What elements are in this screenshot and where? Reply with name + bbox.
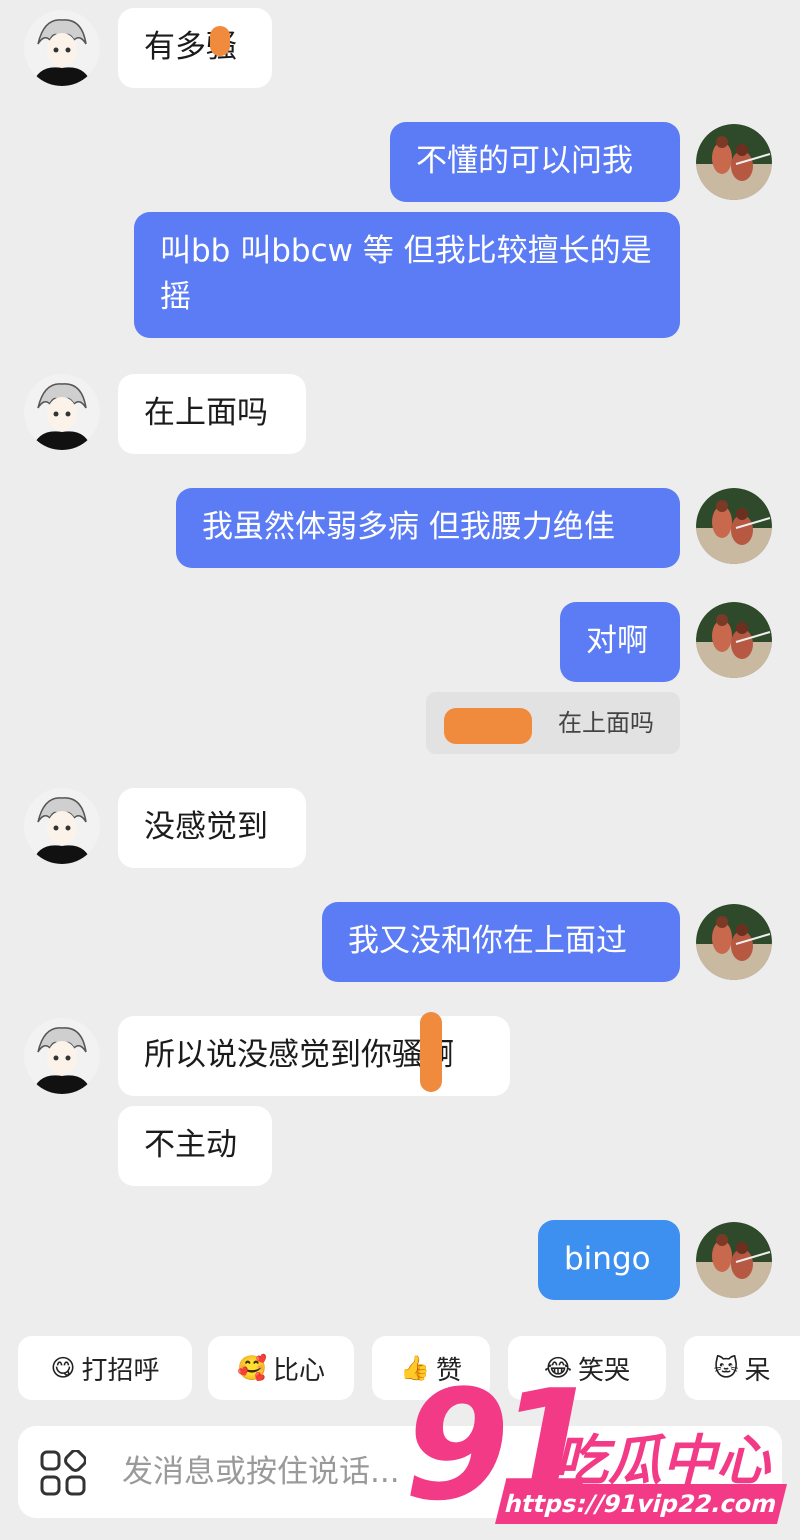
- heart-emoji-icon: 🥰: [237, 1354, 267, 1382]
- user-avatar[interactable]: [696, 904, 772, 980]
- user-avatar[interactable]: [696, 488, 772, 564]
- user-avatar[interactable]: [696, 602, 772, 678]
- redaction-smudge: [420, 1012, 442, 1092]
- message-bubble-received[interactable]: 有多骚: [118, 8, 272, 88]
- quick-reply-label: 比心: [272, 1355, 325, 1386]
- message-bubble-sent[interactable]: 我又没和你在上面过: [322, 902, 680, 982]
- user-avatar[interactable]: [696, 1222, 772, 1298]
- message-bubble-sent[interactable]: 我虽然体弱多病 但我腰力绝佳: [176, 488, 680, 568]
- watermark-url: https://91vip22.com: [495, 1484, 787, 1524]
- contact-avatar[interactable]: [24, 374, 100, 450]
- quick-reply-greet[interactable]: 😋 打招呼: [18, 1336, 192, 1400]
- quick-reply-label: 打招呼: [81, 1355, 160, 1386]
- watermark-logo: 91 吃瓜中心 https://91vip22.com: [404, 1366, 800, 1540]
- quick-reply-heart[interactable]: 🥰 比心: [208, 1336, 354, 1400]
- user-avatar[interactable]: [696, 124, 772, 200]
- message-bubble-received[interactable]: 没感觉到: [118, 788, 306, 868]
- message-bubble-received[interactable]: 在上面吗: [118, 374, 306, 454]
- redaction-smudge: [444, 708, 532, 744]
- smile-emoji-icon: 😋: [50, 1354, 76, 1382]
- contact-avatar[interactable]: [24, 788, 100, 864]
- message-bubble-sent[interactable]: bingo: [538, 1220, 680, 1300]
- message-bubble-received[interactable]: 所以说没感觉到你骚啊: [118, 1016, 510, 1096]
- message-input[interactable]: 发消息或按住说话...: [122, 1444, 400, 1500]
- message-bubble-sent[interactable]: 对啊: [560, 602, 680, 682]
- apps-grid-icon[interactable]: [40, 1450, 86, 1496]
- contact-avatar[interactable]: [24, 1018, 100, 1094]
- message-bubble-sent[interactable]: 叫bb 叫bbcw 等 但我比较擅长的是 摇: [134, 212, 680, 338]
- contact-avatar[interactable]: [24, 10, 100, 86]
- message-bubble-received[interactable]: 不主动: [118, 1106, 272, 1186]
- message-bubble-sent[interactable]: 不懂的可以问我: [390, 122, 680, 202]
- redaction-smudge: [210, 26, 230, 56]
